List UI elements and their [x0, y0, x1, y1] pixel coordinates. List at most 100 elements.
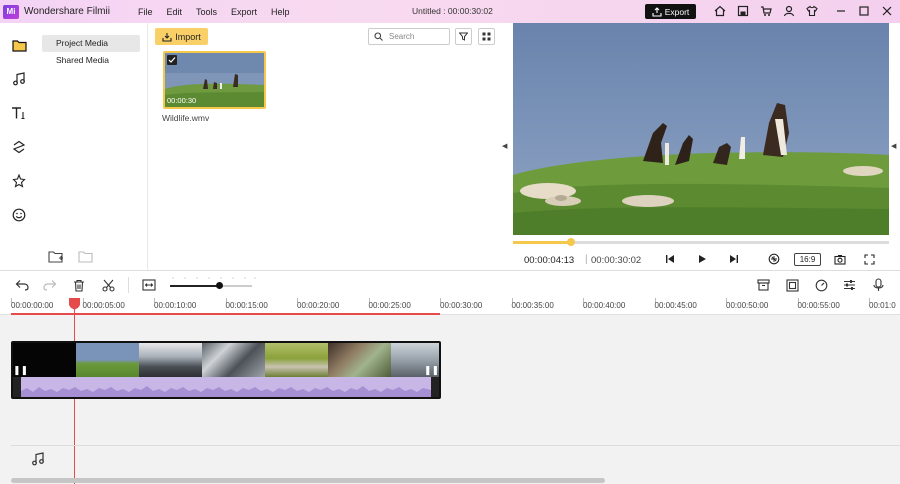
media-folder-icon[interactable] — [11, 37, 27, 53]
menu-file[interactable]: File — [138, 7, 153, 17]
collapse-left-arrow-icon[interactable]: ◀ — [502, 142, 507, 150]
time-ruler[interactable]: 00:00:00:00 00:00:05:00 00:00:10:00 00:00:1… — [0, 298, 900, 315]
trash-icon — [74, 279, 84, 292]
zoom-slider-knob[interactable] — [216, 282, 224, 289]
ruler-range — [11, 313, 440, 315]
edit-toolbar — [0, 270, 900, 298]
ruler-tick-label: 00:00:40:00 — [583, 301, 626, 310]
menu-tools[interactable]: Tools — [196, 7, 217, 17]
preview-panel: ◀ 00:00:04:13 | 00:00:30:02 16:9 — [513, 23, 900, 270]
sliders-icon — [843, 280, 855, 290]
delete-button[interactable] — [71, 277, 87, 293]
left-rail — [0, 23, 38, 270]
adjust-button[interactable] — [841, 277, 857, 293]
shirt-icon[interactable] — [805, 4, 819, 18]
home-icon[interactable] — [713, 4, 727, 18]
speed-button[interactable] — [813, 277, 829, 293]
crop-button[interactable] — [784, 277, 800, 293]
grid-view-button[interactable] — [478, 28, 495, 45]
delete-folder-icon[interactable] — [78, 250, 94, 266]
next-frame-button[interactable] — [727, 252, 741, 266]
ruler-tick-label: 00:00:35:00 — [511, 301, 554, 310]
scissors-icon — [101, 279, 115, 292]
render-preview-button[interactable] — [767, 252, 781, 266]
ruler-tick-label: 00:00:20:00 — [297, 301, 340, 310]
speedometer-icon — [815, 279, 827, 291]
selected-checkbox[interactable] — [167, 55, 177, 65]
export-icon — [652, 6, 662, 17]
video-clip[interactable]: ❚❚ ❚❚ — [11, 341, 441, 399]
aspect-ratio-button[interactable]: 16:9 — [794, 253, 821, 266]
menu-help[interactable]: Help — [271, 7, 290, 17]
redo-icon — [43, 280, 57, 291]
video-frame-image — [513, 23, 889, 235]
ruler-tick-label: 00:00:25:00 — [368, 301, 411, 310]
app-logo: Mi — [3, 4, 19, 19]
playback-progress-knob[interactable] — [567, 238, 576, 246]
timeline: 00:00:00:00 00:00:05:00 00:00:10:00 00:00:1… — [0, 298, 900, 484]
split-button[interactable] — [100, 277, 116, 293]
close-icon — [882, 6, 892, 16]
ruler-tick-label: 00:00:05:00 — [82, 301, 125, 310]
fit-timeline-button[interactable] — [141, 277, 157, 293]
cart-icon[interactable] — [759, 4, 773, 18]
export-label: Export — [664, 6, 690, 17]
filter-button[interactable] — [455, 28, 472, 45]
ruler-tick-label: 00:00:30:00 — [440, 301, 483, 310]
playback-progress-bar[interactable] — [513, 238, 889, 246]
clip-frames — [13, 343, 439, 377]
play-button[interactable] — [695, 252, 709, 266]
zoom-slider[interactable] — [170, 282, 252, 289]
search-icon — [374, 32, 383, 41]
account-icon[interactable] — [782, 4, 796, 18]
fit-icon — [142, 279, 156, 291]
fullscreen-button[interactable] — [862, 252, 876, 266]
record-voiceover-button[interactable] — [870, 277, 886, 293]
audio-track[interactable] — [11, 445, 900, 477]
menu-export[interactable]: Export — [231, 7, 257, 17]
new-folder-icon[interactable] — [48, 250, 64, 266]
search-input[interactable]: Search — [368, 28, 450, 45]
snapshot-button[interactable] — [833, 252, 847, 266]
time-separator: | — [585, 254, 588, 265]
effects-icon[interactable] — [11, 173, 27, 189]
minimize-button[interactable] — [833, 3, 849, 19]
marker-button[interactable] — [755, 277, 771, 293]
timeline-horizontal-scrollbar[interactable] — [11, 478, 605, 483]
check-icon — [168, 57, 176, 63]
total-time: 00:00:30:02 — [591, 255, 642, 266]
category-shared-media[interactable]: Shared Media — [42, 52, 140, 69]
collapse-right-arrow-icon[interactable]: ◀ — [891, 142, 896, 150]
clip-frame — [202, 343, 265, 377]
export-button[interactable]: Export — [645, 4, 696, 19]
import-button[interactable]: Import — [155, 28, 208, 45]
menu-bar: File Edit Tools Export Help — [138, 7, 290, 17]
save-icon[interactable] — [736, 4, 750, 18]
ruler-tick-label: 00:00:00:00 — [11, 301, 54, 310]
clip-left-handle[interactable]: ❚❚ — [13, 365, 28, 376]
close-button[interactable] — [879, 3, 895, 19]
audio-icon[interactable] — [11, 71, 27, 87]
clip-right-handle[interactable]: ❚❚ — [424, 365, 439, 376]
crop-icon — [785, 278, 799, 292]
category-project-media[interactable]: Project Media — [42, 35, 140, 52]
play-icon — [699, 255, 706, 263]
microphone-icon — [872, 278, 884, 291]
media-thumbnail[interactable]: 00:00:30 — [163, 51, 266, 109]
redo-button[interactable] — [42, 277, 58, 293]
undo-button[interactable] — [14, 277, 30, 293]
title-bar: Mi Wondershare Filmii File Edit Tools Ex… — [0, 0, 900, 23]
elements-icon[interactable] — [11, 207, 27, 223]
grid-icon — [482, 32, 491, 41]
thumbnail-duration: 00:00:30 — [167, 96, 197, 105]
undo-icon — [15, 280, 29, 291]
clip-frame — [265, 343, 328, 377]
transitions-icon[interactable] — [11, 139, 27, 155]
document-title: Untitled : 00:00:30:02 — [412, 6, 493, 16]
previous-frame-button[interactable] — [663, 252, 677, 266]
clip-frame — [139, 343, 202, 377]
playhead-handle[interactable] — [69, 298, 80, 310]
maximize-button[interactable] — [856, 3, 872, 19]
menu-edit[interactable]: Edit — [166, 7, 182, 17]
titles-icon[interactable] — [11, 105, 27, 121]
